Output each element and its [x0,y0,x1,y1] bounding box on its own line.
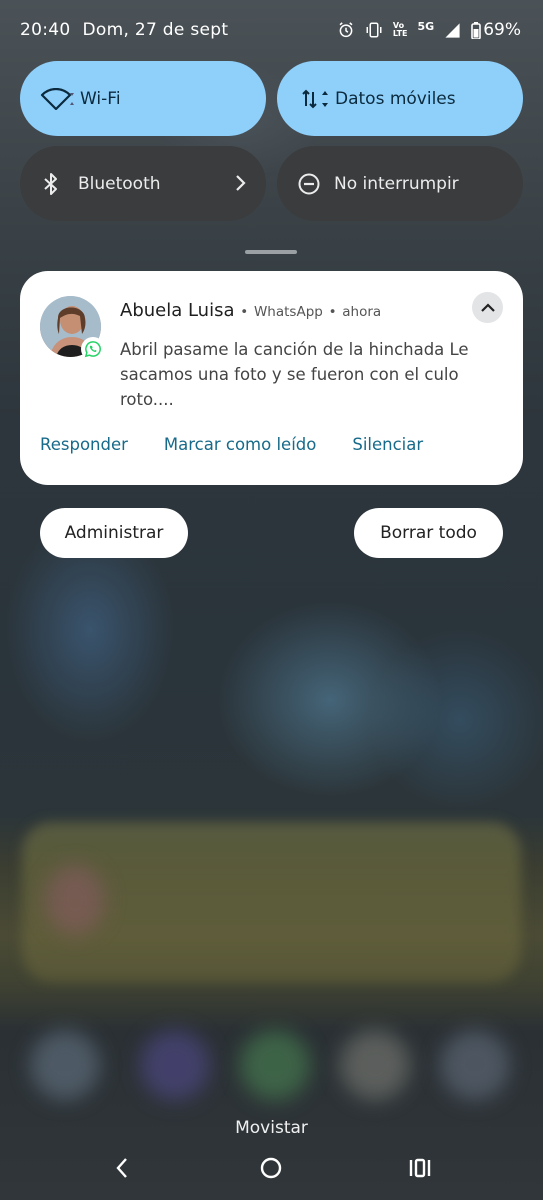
notification-message: Abril pasame la canción de la hinchada L… [120,340,469,409]
back-icon [114,1157,130,1183]
date: Dom, 27 de sept [82,20,229,40]
notification-time: ahora [342,304,382,320]
recents-icon [408,1157,432,1183]
separator: • [328,304,337,320]
app-name: WhatsApp [253,304,323,320]
tile-label: No interrumpir [334,173,459,194]
vibrate-icon [365,21,383,39]
alarm-icon [337,21,355,39]
wifi-icon [40,87,80,110]
bluetooth-icon [42,172,78,196]
tile-label: Datos móviles [335,88,456,109]
reply-button[interactable]: Responder [40,435,128,454]
blurred-dock-icon [140,1030,210,1100]
mark-as-read-button[interactable]: Marcar como leído [164,435,316,454]
tile-do-not-disturb[interactable]: No interrumpir [277,146,523,221]
volte-icon: Vo LTE [392,21,408,38]
network-badge: 5G [417,19,435,33]
tile-mobile-data[interactable]: Datos móviles [277,61,523,136]
carrier-label: Movistar [235,1118,308,1138]
status-bar: 20:40 Dom, 27 de sept Vo LTE 5G 69% [0,0,543,60]
shade-drag-handle[interactable] [245,250,297,254]
tile-bluetooth[interactable]: Bluetooth [20,146,266,221]
chevron-right-icon[interactable] [234,174,246,197]
signal-icon [444,22,461,39]
sender-name: Abuela Luisa [120,300,235,321]
blurred-dock-icon [340,1030,410,1100]
navigation-bar [0,1150,543,1190]
mute-button[interactable]: Silenciar [352,435,423,454]
manage-button[interactable]: Administrar [40,508,188,558]
notification-header: Abuela Luisa • WhatsApp • ahora [120,300,381,321]
chevron-up-icon [480,298,496,317]
tile-label: Wi-Fi [80,88,121,109]
tile-wifi[interactable]: Wi-Fi [20,61,266,136]
blurred-app-icon [45,865,105,935]
collapse-button[interactable] [472,292,503,323]
recents-button[interactable] [400,1150,440,1190]
blurred-dock-icon [440,1030,510,1100]
whatsapp-icon [81,337,105,361]
dnd-icon [297,172,334,196]
mobile-data-icon [301,88,335,110]
home-icon [259,1156,283,1184]
separator: • [240,304,249,320]
back-button[interactable] [102,1150,142,1190]
battery-percent: 69% [483,20,521,40]
clear-all-button[interactable]: Borrar todo [354,508,503,558]
blurred-dock-icon [30,1030,100,1100]
blurred-dock-icon [240,1030,310,1100]
battery-icon: 69% [471,20,521,40]
notification-actions: Responder Marcar como leído Silenciar [40,435,459,454]
clock: 20:40 [20,20,71,40]
notification-card[interactable]: Abuela Luisa • WhatsApp • ahora Abril pa… [20,271,523,485]
home-button[interactable] [251,1150,291,1190]
tile-label: Bluetooth [78,173,161,194]
